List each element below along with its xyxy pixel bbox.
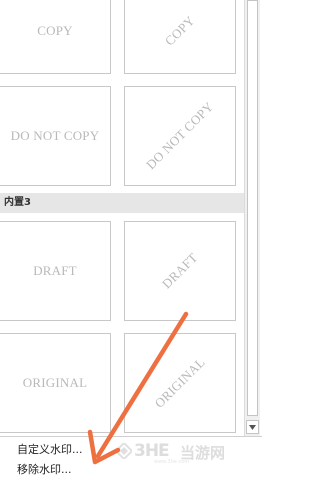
scroll-down-button[interactable] [246,420,259,434]
watermark-preview-text: COPY [37,23,73,38]
vertical-scrollbar[interactable] [244,0,260,436]
menu-divider [0,436,262,437]
watermark-preview-text: DO NOT COPY [143,99,217,173]
watermark-preview-text: ORIGINAL [151,354,208,411]
watermark-do-not-copy-horizontal[interactable]: DO NOT COPY [0,86,111,186]
watermark-gallery-list: COPY COPY DO NOT COPY DO NOT COPY 内置3 DR… [0,0,244,436]
watermark-copy-diagonal[interactable]: COPY [124,0,236,74]
custom-watermark-menu-item[interactable]: 自定义水印... [0,440,244,460]
watermark-do-not-copy-diagonal[interactable]: DO NOT COPY [124,86,236,186]
remove-watermark-menu-item[interactable]: 移除水印... [0,460,244,480]
watermark-copy-horizontal[interactable]: COPY [0,0,111,74]
triangle-down-icon [249,424,256,430]
watermark-gallery-panel: COPY COPY DO NOT COPY DO NOT COPY 内置3 DR… [0,0,262,483]
watermark-original-horizontal[interactable]: ORIGINAL [0,333,111,433]
watermark-draft-horizontal[interactable]: DRAFT [0,221,111,321]
section-header-builtin: 内置3 [0,193,244,213]
watermark-preview-text: DO NOT COPY [10,128,100,143]
watermark-draft-diagonal[interactable]: DRAFT [124,221,236,321]
watermark-preview-text: DRAFT [33,263,77,278]
watermark-original-diagonal[interactable]: ORIGINAL [124,333,236,433]
watermark-preview-text: DRAFT [158,249,201,292]
scrollbar-thumb[interactable] [247,0,258,416]
watermark-preview-text: ORIGINAL [22,375,88,390]
watermark-preview-text: COPY [161,12,198,49]
